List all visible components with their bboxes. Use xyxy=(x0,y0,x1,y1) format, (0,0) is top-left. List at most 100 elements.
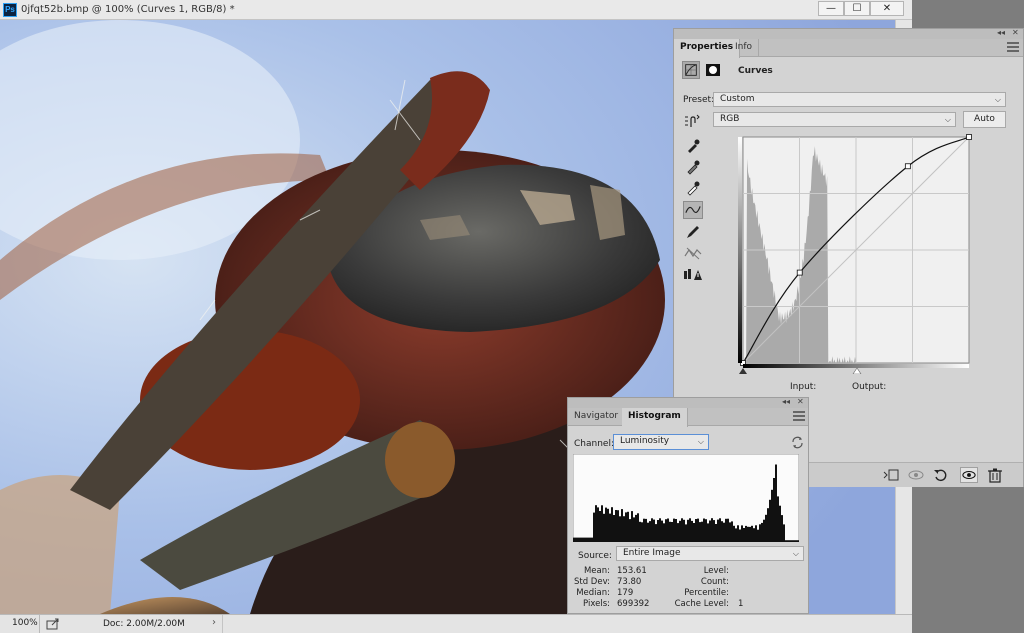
stat-stddev-value: 73.80 xyxy=(617,577,642,587)
document-title: 0jfqt52b.bmp @ 100% (Curves 1, RGB/8) * xyxy=(21,4,235,15)
histogram-bar xyxy=(621,509,623,542)
document-size: Doc: 2.00M/2.00M xyxy=(103,619,185,629)
close-panel-icon[interactable]: ✕ xyxy=(797,397,804,406)
source-dropdown[interactable]: Entire Image ⌵ xyxy=(616,546,804,561)
histogram-bar xyxy=(753,528,755,542)
smooth-icon[interactable] xyxy=(683,244,703,262)
curve-point-icon[interactable] xyxy=(683,201,703,219)
histogram-bar xyxy=(669,521,671,542)
status-bar: 100% Doc: 2.00M/2.00M › xyxy=(0,614,912,633)
panel-grip[interactable]: ◂◂ ✕ xyxy=(568,397,808,408)
histogram-bar xyxy=(695,519,697,542)
histogram-bar xyxy=(665,519,667,542)
histogram-bar xyxy=(737,525,739,542)
targeted-adjustment-icon[interactable] xyxy=(683,113,701,129)
black-eyedropper-icon[interactable] xyxy=(683,137,703,155)
properties-tabs: Properties Info xyxy=(674,39,1023,58)
histogram-channel-dropdown[interactable]: Luminosity ⌵ xyxy=(613,434,709,450)
trash-icon[interactable] xyxy=(986,467,1004,483)
histogram-bar xyxy=(743,528,745,542)
collapse-panel-icon[interactable]: ◂◂ xyxy=(997,28,1005,37)
chevron-down-icon: ⌵ xyxy=(944,115,951,124)
histogram-bar xyxy=(667,518,669,542)
collapse-panel-icon[interactable]: ◂◂ xyxy=(782,397,790,406)
status-menu-arrow[interactable]: › xyxy=(212,617,216,628)
export-icon[interactable] xyxy=(46,618,60,630)
curves-adjustment-icon[interactable] xyxy=(682,61,700,79)
tab-histogram[interactable]: Histogram xyxy=(622,408,688,427)
histogram-bar xyxy=(703,518,705,542)
zoom-level[interactable]: 100% xyxy=(0,615,40,633)
reset-icon[interactable] xyxy=(932,467,950,483)
tab-navigator[interactable]: Navigator xyxy=(568,408,626,426)
curve-control-point[interactable] xyxy=(966,134,972,140)
maximize-button[interactable]: ☐ xyxy=(844,1,870,16)
curve-control-point[interactable] xyxy=(904,163,911,170)
stat-level-label: Level: xyxy=(703,566,729,576)
histogram-bar xyxy=(701,521,703,542)
histogram-bar xyxy=(731,521,733,542)
chevron-down-icon: ⌵ xyxy=(792,549,799,558)
curves-graph[interactable] xyxy=(737,134,973,374)
histogram-bar xyxy=(601,505,603,542)
panel-menu-icon[interactable] xyxy=(1007,42,1019,52)
input-gradient-bar xyxy=(743,364,969,368)
histogram-bar xyxy=(699,522,701,542)
panel-menu-icon[interactable] xyxy=(793,411,805,421)
curve-control-point[interactable] xyxy=(796,269,803,276)
white-point-slider[interactable] xyxy=(852,367,862,374)
refresh-icon[interactable] xyxy=(791,436,804,449)
adjustment-name: Curves xyxy=(738,66,773,76)
histogram-bar xyxy=(689,518,691,542)
histogram-bar xyxy=(587,537,589,542)
clip-to-layer-icon[interactable] xyxy=(882,467,900,483)
view-previous-icon[interactable] xyxy=(907,467,925,483)
auto-button[interactable]: Auto xyxy=(963,111,1006,128)
histogram-bar xyxy=(733,525,735,542)
close-button[interactable]: ✕ xyxy=(870,1,904,16)
histogram-tabs: Navigator Histogram xyxy=(568,408,808,427)
minimize-button[interactable]: — xyxy=(818,1,844,16)
document-title-bar[interactable]: Ps 0jfqt52b.bmp @ 100% (Curves 1, RGB/8)… xyxy=(0,0,912,20)
histogram-bar xyxy=(735,528,737,542)
histogram-bar xyxy=(683,519,685,542)
histogram-bar xyxy=(715,524,717,542)
histogram-bar xyxy=(623,516,625,542)
source-value: Entire Image xyxy=(623,548,681,558)
photoshop-workspace: Ps 0jfqt52b.bmp @ 100% (Curves 1, RGB/8)… xyxy=(0,0,1024,633)
preset-label: Preset: xyxy=(683,95,715,105)
visibility-icon[interactable] xyxy=(960,467,978,483)
histogram-bar xyxy=(595,505,597,542)
histogram-bar xyxy=(637,513,639,542)
horizontal-scrollbar[interactable] xyxy=(222,615,912,633)
histogram-bar xyxy=(607,508,609,542)
stat-stddev-label: Std Dev: xyxy=(573,577,610,587)
gray-eyedropper-icon[interactable] xyxy=(683,158,703,176)
layer-mask-icon[interactable] xyxy=(704,61,722,79)
stat-median-value: 179 xyxy=(617,588,634,598)
histogram-bar xyxy=(639,521,641,542)
histogram-bar xyxy=(741,525,743,542)
histogram-bar xyxy=(749,526,751,542)
histogram-bar xyxy=(613,515,615,542)
histogram-bar xyxy=(713,520,715,542)
tab-info[interactable]: Info xyxy=(729,39,760,57)
clipping-warning-icon[interactable] xyxy=(683,265,703,283)
panel-grip[interactable]: ◂◂ ✕ xyxy=(674,28,1023,39)
pencil-icon[interactable] xyxy=(683,223,703,241)
close-panel-icon[interactable]: ✕ xyxy=(1012,28,1019,37)
preset-dropdown[interactable]: Custom ⌵ xyxy=(713,92,1006,107)
histogram-bar xyxy=(705,519,707,542)
histogram-bar xyxy=(781,515,783,542)
histogram-bar xyxy=(619,516,621,542)
histogram-bar xyxy=(591,537,593,542)
channel-dropdown[interactable]: RGB ⌵ xyxy=(713,112,956,127)
stat-count-label: Count: xyxy=(700,577,729,587)
histogram-bar xyxy=(763,519,765,542)
histogram-bar xyxy=(603,513,605,542)
black-point-slider[interactable] xyxy=(739,368,747,374)
histogram-bar xyxy=(671,522,673,542)
white-eyedropper-icon[interactable] xyxy=(683,179,703,197)
histogram-bar xyxy=(739,529,741,542)
histogram-bar xyxy=(755,525,757,542)
